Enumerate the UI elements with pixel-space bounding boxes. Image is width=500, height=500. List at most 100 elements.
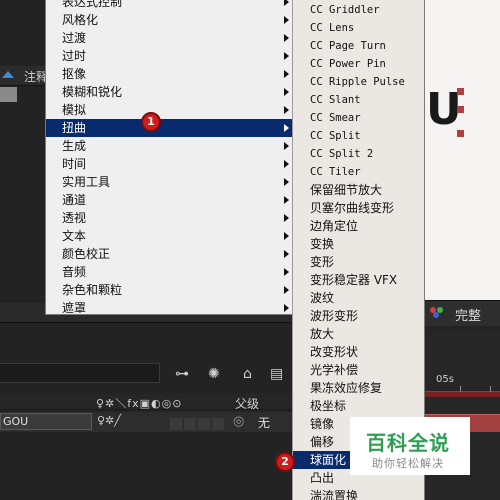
distort-menu-item-label: CC Lens — [310, 22, 355, 34]
panel-tab-arrow-icon[interactable] — [2, 71, 14, 78]
distort-menu-item-label: CC Page Turn — [310, 40, 386, 52]
distort-menu-item[interactable]: 波纹 — [293, 289, 424, 307]
category-menu-item[interactable]: 通道 — [46, 191, 293, 209]
category-menu-item[interactable]: 文本 — [46, 227, 293, 245]
distort-menu-item[interactable]: 改变形状 — [293, 343, 424, 361]
draft-3d-icon[interactable]: ✺ — [208, 366, 220, 382]
distort-menu-item-label: 果冻效应修复 — [310, 381, 383, 395]
category-menu-item-label: 实用工具 — [62, 175, 111, 189]
distort-menu-item-label: 保留细节放大 — [310, 183, 383, 197]
distort-menu-item[interactable]: CC Tiler — [293, 163, 424, 181]
watermark-subtitle: 助你轻松解决 — [372, 457, 444, 470]
distort-menu-item[interactable]: 贝塞尔曲线变形 — [293, 199, 424, 217]
distort-menu-item[interactable]: CC Ripple Pulse — [293, 73, 424, 91]
distort-menu-item[interactable]: 湍流置换 — [293, 487, 424, 500]
submenu-arrow-icon — [284, 142, 289, 150]
distort-menu-item[interactable]: 变形 — [293, 253, 424, 271]
category-menu-item[interactable]: 透视 — [46, 209, 293, 227]
layer-search-input[interactable] — [0, 363, 160, 383]
parent-select[interactable]: 无 — [258, 414, 270, 431]
category-menu-item[interactable]: 模拟 — [46, 101, 293, 119]
category-menu-item-label: 表达式控制 — [62, 0, 123, 9]
pick-whip-icon[interactable]: ◎ — [233, 414, 244, 429]
submenu-arrow-icon — [284, 70, 289, 78]
category-menu-item-label: 抠像 — [62, 67, 87, 81]
submenu-arrow-icon — [284, 52, 289, 60]
distort-menu-item[interactable]: CC Power Pin — [293, 55, 424, 73]
distort-menu-item[interactable]: 波形变形 — [293, 307, 424, 325]
distort-menu-item-label: 光学补偿 — [310, 363, 359, 377]
distort-menu-item[interactable]: CC Slant — [293, 91, 424, 109]
category-menu-item[interactable]: 过渡 — [46, 29, 293, 47]
distort-menu-item-label: CC Power Pin — [310, 58, 386, 70]
distort-menu-item-label: 变形 — [310, 255, 335, 269]
distort-menu-item-label: 湍流置换 — [310, 489, 359, 500]
distort-menu-item-label: 波形变形 — [310, 309, 359, 323]
step-marker-1: 1 — [141, 112, 161, 132]
distort-menu-item-label: 贝塞尔曲线变形 — [310, 201, 395, 215]
category-menu-item[interactable]: 抠像 — [46, 65, 293, 83]
category-menu-item[interactable]: 扭曲 — [46, 119, 293, 137]
category-menu-item-label: 通道 — [62, 193, 87, 207]
submenu-arrow-icon — [284, 250, 289, 258]
distort-menu-item[interactable]: 光学补偿 — [293, 361, 424, 379]
step-marker-2: 2 — [275, 452, 295, 472]
category-menu-item-label: 过渡 — [62, 31, 87, 45]
distort-menu-item[interactable]: 变形稳定器 VFX — [293, 271, 424, 289]
distort-menu-item[interactable]: 保留细节放大 — [293, 181, 424, 199]
distort-menu-item-label: 凸出 — [310, 471, 335, 485]
distort-menu-item[interactable]: CC Split 2 — [293, 145, 424, 163]
category-menu-item[interactable]: 音频 — [46, 263, 293, 281]
distort-menu-item-label: CC Griddler — [310, 4, 380, 16]
distort-menu-item[interactable]: 果冻效应修复 — [293, 379, 424, 397]
submenu-arrow-icon — [284, 214, 289, 222]
submenu-arrow-icon — [284, 0, 289, 6]
distort-menu-item[interactable]: 边角定位 — [293, 217, 424, 235]
category-menu-item[interactable]: 颜色校正 — [46, 245, 293, 263]
distort-menu-item[interactable]: CC Page Turn — [293, 37, 424, 55]
distort-menu-item-label: 变形稳定器 VFX — [310, 273, 398, 287]
layer-name[interactable]: GOU — [0, 413, 92, 430]
category-menu-item[interactable]: 风格化 — [46, 11, 293, 29]
corner-pin-handle[interactable] — [457, 130, 464, 137]
category-menu-item-label: 生成 — [62, 139, 87, 153]
distort-menu-item-label: CC Split 2 — [310, 148, 374, 160]
category-menu-item[interactable]: 遮罩 — [46, 299, 293, 317]
distort-menu-item-label: CC Ripple Pulse — [310, 76, 405, 88]
distort-menu-item-label: 偏移 — [310, 435, 335, 449]
category-menu-item[interactable]: 生成 — [46, 137, 293, 155]
submenu-arrow-icon — [284, 106, 289, 114]
submenu-arrow-icon — [284, 178, 289, 186]
distort-menu-item[interactable]: CC Smear — [293, 109, 424, 127]
category-menu-item-label: 遮罩 — [62, 301, 87, 315]
category-menu-item[interactable]: 时间 — [46, 155, 293, 173]
corner-pin-handle[interactable] — [457, 106, 464, 113]
distort-menu-item[interactable]: CC Lens — [293, 19, 424, 37]
submenu-arrow-icon — [284, 124, 289, 132]
submenu-arrow-icon — [284, 16, 289, 24]
category-menu-item[interactable]: 模糊和锐化 — [46, 83, 293, 101]
distort-menu-item-label: CC Tiler — [310, 166, 361, 178]
category-menu-item[interactable]: 实用工具 — [46, 173, 293, 191]
submenu-arrow-icon — [284, 268, 289, 276]
category-menu-item[interactable]: 表达式控制 — [46, 0, 293, 11]
distort-menu-item[interactable]: CC Split — [293, 127, 424, 145]
category-menu-item[interactable]: 杂色和颗粒 — [46, 281, 293, 299]
category-menu-item[interactable]: 过时 — [46, 47, 293, 65]
graph-editor-icon[interactable]: ▤ — [270, 366, 283, 382]
corner-pin-handle[interactable] — [457, 88, 464, 95]
layer-switch-boxes[interactable] — [170, 415, 226, 434]
layer-switch-icon[interactable]: ♀✲╱ — [97, 414, 121, 427]
category-menu-item-label: 音频 — [62, 265, 87, 279]
resolution-label[interactable]: 完整 — [455, 305, 481, 324]
distort-menu-item[interactable]: CC Griddler — [293, 1, 424, 19]
distort-menu-item[interactable]: 极坐标 — [293, 397, 424, 415]
work-area-bar[interactable] — [424, 392, 500, 397]
distort-menu-item[interactable]: 变换 — [293, 235, 424, 253]
tree-toggle-icon[interactable]: ⊶ — [175, 366, 189, 382]
switches-header-icon: ♀✲＼fx▣◐◎⊙ — [96, 397, 183, 410]
distort-menu-item[interactable]: 放大 — [293, 325, 424, 343]
layer-color-cell — [0, 87, 17, 102]
submenu-arrow-icon — [284, 88, 289, 96]
frame-blend-icon[interactable]: ⌂ — [243, 366, 252, 382]
